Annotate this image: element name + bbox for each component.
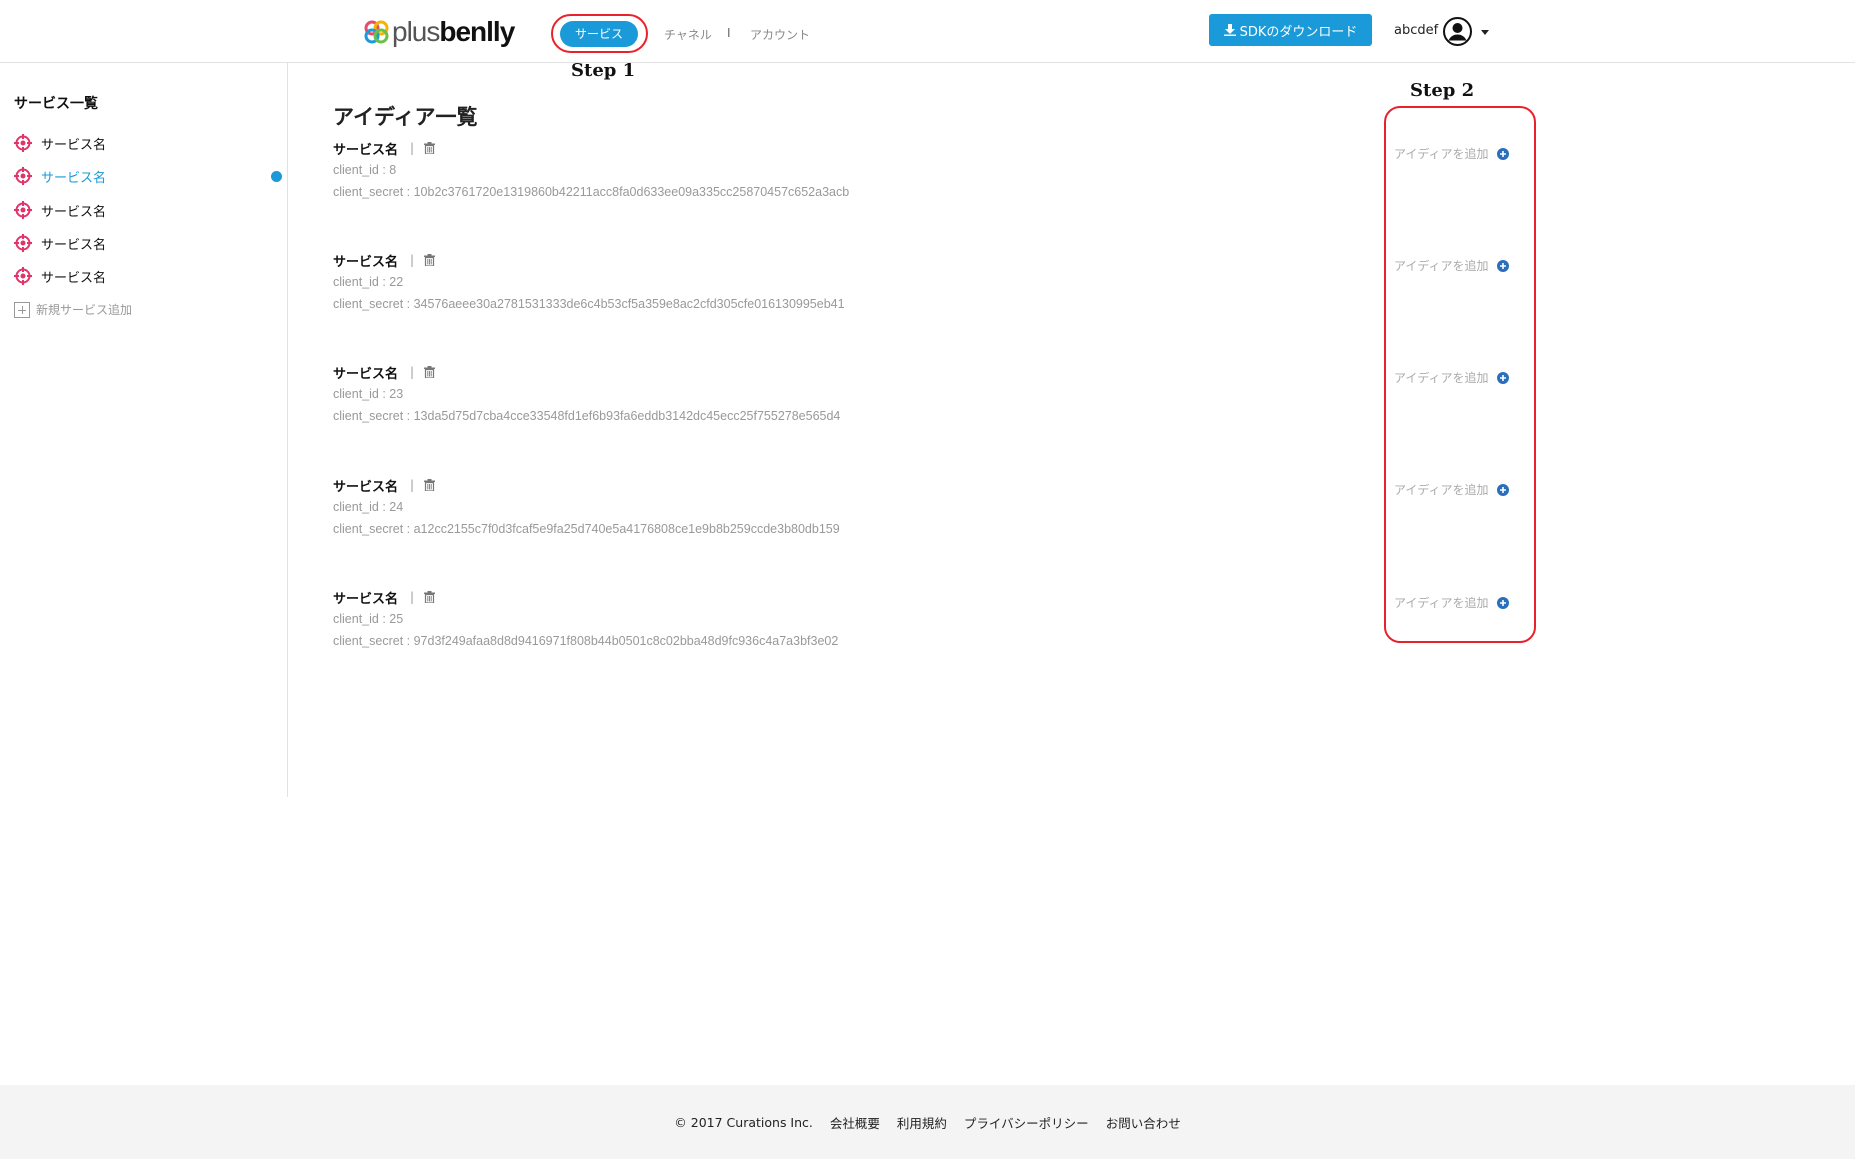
trash-icon[interactable] <box>424 479 436 491</box>
sidebar-item-service-active[interactable]: サービス名 <box>14 166 282 186</box>
sdk-download-button[interactable]: SDKのダウンロード <box>1209 14 1372 46</box>
sidebar-item-label: サービス名 <box>41 237 107 253</box>
trash-icon[interactable] <box>424 591 436 603</box>
add-new-service-button[interactable]: 新規サービス追加 <box>14 301 132 318</box>
sidebar-item-label: サービス名 <box>41 170 107 186</box>
add-idea-label: アイディアを追加 <box>1394 371 1489 385</box>
sidebar-item-label: サービス名 <box>41 137 107 153</box>
separator: | <box>410 141 415 155</box>
page-title: アイディア一覧 <box>333 105 478 129</box>
service-icon <box>14 234 32 252</box>
client-id: client_id : 23 <box>333 387 404 401</box>
footer-link-company[interactable]: 会社概要 <box>830 1113 880 1132</box>
chevron-down-icon[interactable] <box>1481 30 1489 35</box>
add-idea-label: アイディアを追加 <box>1394 483 1489 497</box>
client-secret: client_secret : a12cc2155c7f0d3fcaf5e9fa… <box>333 522 840 536</box>
plus-circle-icon <box>1496 596 1509 609</box>
client-secret: client_secret : 13da5d75d7cba4cce33548fd… <box>333 409 841 423</box>
nav-tab-channel[interactable]: チャネル <box>664 26 712 43</box>
add-idea-label: アイディアを追加 <box>1394 596 1489 610</box>
separator: | <box>410 365 415 379</box>
client-id: client_id : 22 <box>333 275 404 289</box>
service-entry: サービス名 | client_id : 24 client_secret : a… <box>333 476 1233 538</box>
service-entry: サービス名 | client_id : 25 client_secret : 9… <box>333 588 1233 650</box>
service-icon <box>14 167 32 185</box>
service-name: サービス名 <box>333 254 399 270</box>
download-icon <box>1223 24 1236 36</box>
service-entry: サービス名 | client_id : 23 client_secret : 1… <box>333 363 1233 425</box>
add-idea-button[interactable]: アイディアを追加 <box>1394 257 1509 274</box>
user-avatar-icon[interactable] <box>1443 17 1472 46</box>
service-entry: サービス名 | client_id : 8 client_secret : 10… <box>333 139 1233 201</box>
footer-link-terms[interactable]: 利用規約 <box>897 1113 947 1132</box>
footer-link-privacy[interactable]: プライバシーポリシー <box>964 1113 1089 1132</box>
service-entry: サービス名 | client_id : 22 client_secret : 3… <box>333 251 1233 313</box>
add-idea-label: アイディアを追加 <box>1394 259 1489 273</box>
client-id: client_id : 25 <box>333 612 404 626</box>
add-idea-button[interactable]: アイディアを追加 <box>1394 481 1509 498</box>
plus-circle-icon <box>1496 483 1509 496</box>
separator: | <box>410 253 415 267</box>
client-secret: client_secret : 34576aeee30a2781531333de… <box>333 297 845 311</box>
nav-tab-account[interactable]: アカウント <box>750 26 810 43</box>
annotation-highlight-step1 <box>551 14 648 53</box>
add-idea-button[interactable]: アイディアを追加 <box>1394 369 1509 386</box>
add-idea-label: アイディアを追加 <box>1394 147 1489 161</box>
sidebar-item-label: サービス名 <box>41 204 107 220</box>
add-idea-button[interactable]: アイディアを追加 <box>1394 594 1509 611</box>
trash-icon[interactable] <box>424 254 436 266</box>
sidebar-title: サービス一覧 <box>14 96 98 112</box>
logo-mark-icon <box>364 20 389 44</box>
active-indicator-dot <box>271 171 282 182</box>
annotation-step2-label: Step 2 <box>1410 80 1475 101</box>
annotation-step1-label: Step 1 <box>571 60 636 81</box>
sidebar: サービス一覧 サービス名 サービス名 サービス名 サービス名 サービス名 新規サ… <box>0 63 288 797</box>
client-id: client_id : 24 <box>333 500 404 514</box>
service-name: サービス名 <box>333 142 399 158</box>
logo-text-plus: plus <box>392 16 440 47</box>
service-icon <box>14 267 32 285</box>
service-name: サービス名 <box>333 479 399 495</box>
sidebar-item-service[interactable]: サービス名 <box>14 200 274 220</box>
client-id: client_id : 8 <box>333 163 397 177</box>
logo-text-benlly: benlly <box>439 16 515 47</box>
sidebar-item-service[interactable]: サービス名 <box>14 233 274 253</box>
sidebar-item-service[interactable]: サービス名 <box>14 266 274 286</box>
plus-circle-icon <box>1496 147 1509 160</box>
trash-icon[interactable] <box>424 142 436 154</box>
footer: © 2017 Curations Inc. 会社概要 利用規約 プライバシーポリ… <box>0 1085 1855 1159</box>
add-idea-button[interactable]: アイディアを追加 <box>1394 145 1509 162</box>
nav-separator: I <box>727 26 731 40</box>
service-name: サービス名 <box>333 366 399 382</box>
plus-circle-icon <box>1496 259 1509 272</box>
sdk-download-label: SDKのダウンロード <box>1239 24 1358 40</box>
sidebar-item-service[interactable]: サービス名 <box>14 133 274 153</box>
plus-square-icon <box>14 301 30 318</box>
plus-circle-icon <box>1496 371 1509 384</box>
add-new-service-label: 新規サービス追加 <box>36 303 133 317</box>
sidebar-item-label: サービス名 <box>41 270 107 286</box>
footer-copyright: © 2017 Curations Inc. <box>674 1114 813 1130</box>
plusbenlly-logo[interactable]: plus benlly <box>364 14 515 50</box>
username[interactable]: abcdef <box>1394 23 1438 38</box>
service-icon <box>14 201 32 219</box>
client-secret: client_secret : 10b2c3761720e1319860b422… <box>333 185 850 199</box>
separator: | <box>410 590 415 604</box>
top-header: plus benlly サービス チャネル I アカウント SDKのダウンロード … <box>0 0 1855 63</box>
service-name: サービス名 <box>333 591 399 607</box>
footer-link-contact[interactable]: お問い合わせ <box>1106 1113 1181 1132</box>
trash-icon[interactable] <box>424 366 436 378</box>
client-secret: client_secret : 97d3f249afaa8d8d9416971f… <box>333 634 839 648</box>
service-icon <box>14 134 32 152</box>
separator: | <box>410 478 415 492</box>
